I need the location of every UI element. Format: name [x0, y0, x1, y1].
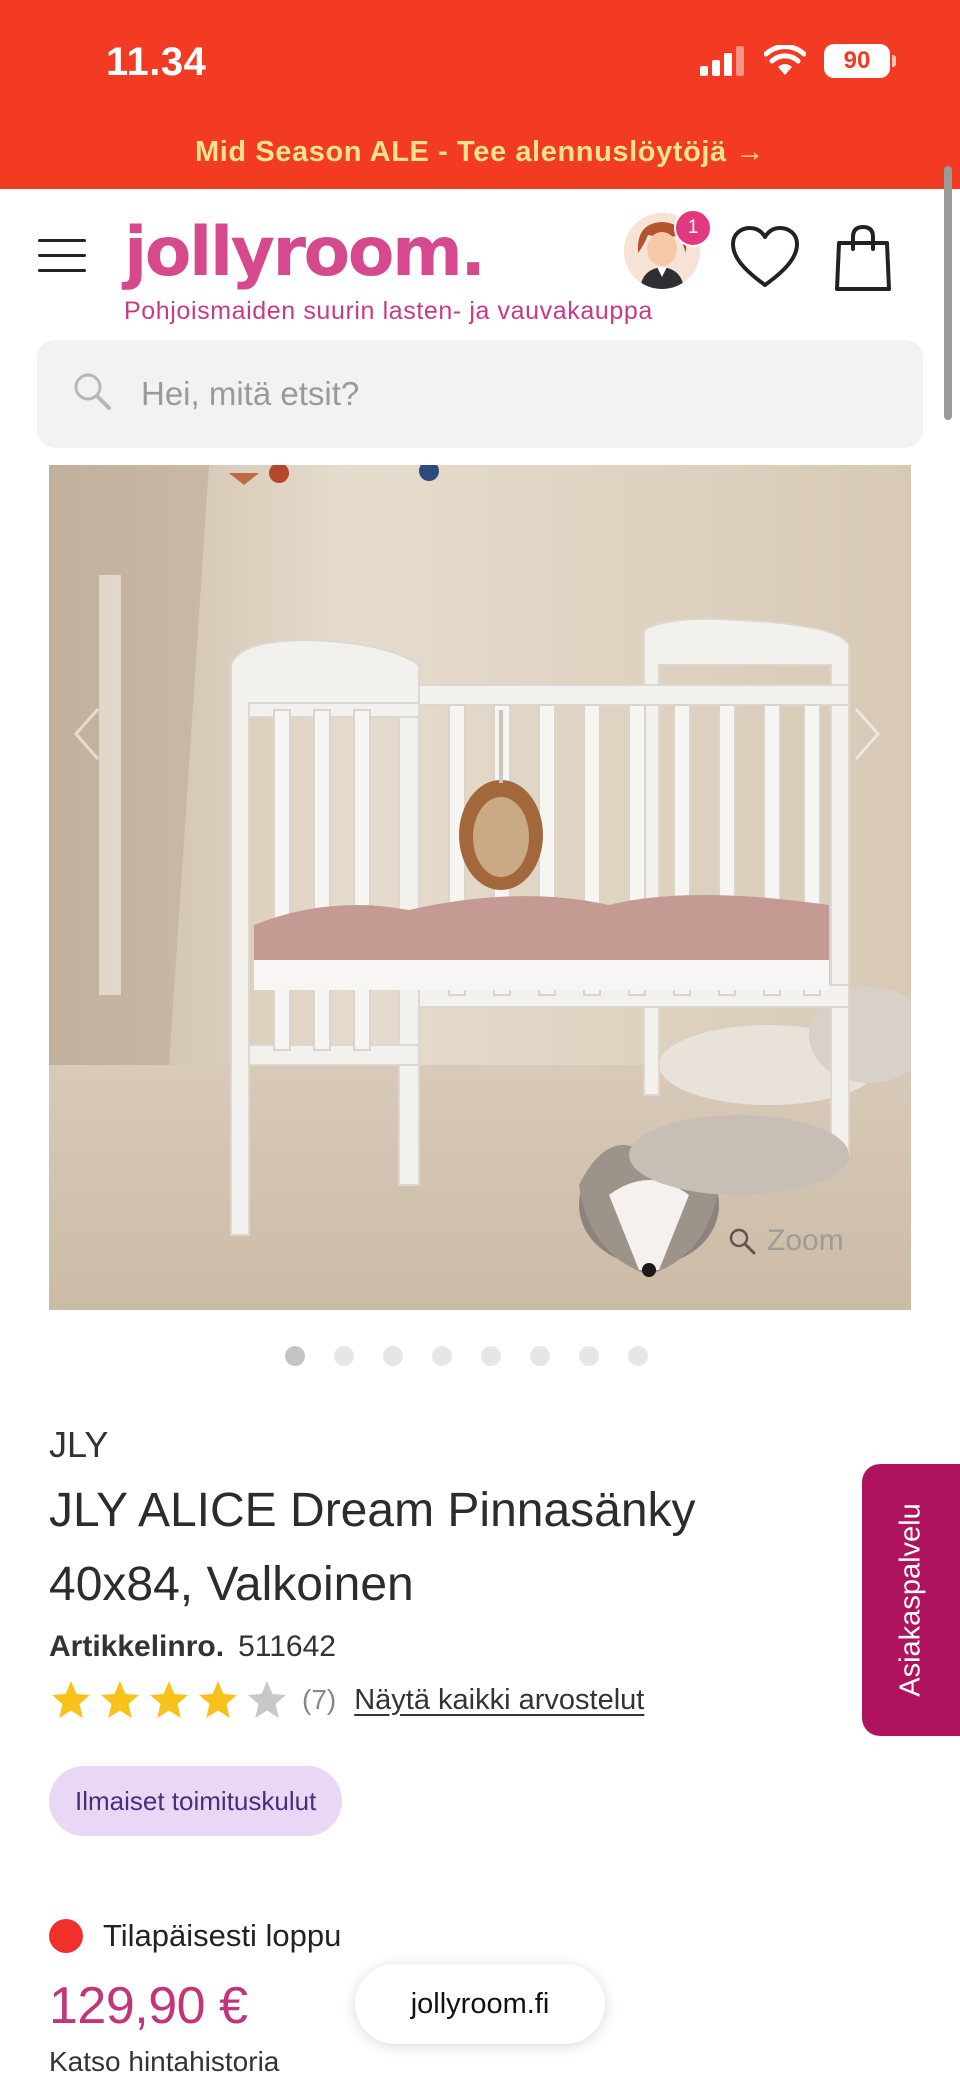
- signal-icon: [700, 46, 744, 76]
- browser-url-pill[interactable]: jollyroom.fi: [355, 1964, 605, 2044]
- star-filled-icon: [101, 1681, 139, 1718]
- search-icon: [74, 373, 111, 410]
- stock-status-text: Tilapäisesti loppu: [103, 1918, 342, 1953]
- customer-service-tab[interactable]: Asiakaspalvelu: [862, 1464, 960, 1736]
- gallery-next-arrow-icon[interactable]: [852, 705, 882, 763]
- gallery-dot[interactable]: [578, 1346, 599, 1366]
- star-empty-icon: [248, 1681, 286, 1718]
- product-price: 129,90 €: [49, 1977, 248, 2035]
- sku-value: 511642: [238, 1630, 336, 1663]
- stock-status-dot-icon: [49, 1919, 83, 1953]
- product-image[interactable]: [49, 465, 911, 1310]
- product-rating[interactable]: (7) Näytä kaikki arvostelut: [49, 1678, 644, 1722]
- shopping-bag-icon[interactable]: [834, 223, 892, 293]
- zoom-label: Zoom: [767, 1224, 844, 1257]
- gallery-dot[interactable]: [284, 1346, 305, 1366]
- menu-icon[interactable]: [38, 239, 86, 273]
- product-title: JLY ALICE Dream Pinnasänky 40x84, Valkoi…: [49, 1484, 696, 1611]
- gallery-dot[interactable]: [382, 1346, 403, 1366]
- gallery-dot[interactable]: [480, 1346, 501, 1366]
- site-header: jollyroom. Pohjoismaiden suurin lasten- …: [0, 189, 960, 339]
- status-icons: 90: [700, 44, 896, 78]
- battery-indicator: 90: [824, 44, 896, 78]
- search-bar[interactable]: [37, 340, 923, 448]
- star-filled-icon: [52, 1681, 90, 1718]
- promo-text[interactable]: Mid Season ALE - Tee alennuslöytöjä →: [0, 136, 960, 169]
- gallery-dot[interactable]: [627, 1346, 648, 1366]
- gallery-dot[interactable]: [431, 1346, 452, 1366]
- gallery-dot[interactable]: [529, 1346, 550, 1366]
- wishlist-heart-icon[interactable]: [730, 225, 800, 289]
- star-filled-icon: [199, 1681, 237, 1718]
- product-sku: Artikkelinro. 511642: [49, 1630, 336, 1664]
- rating-count: (7): [302, 1684, 337, 1715]
- site-tagline: Pohjoismaiden suurin lasten- ja vauvakau…: [124, 297, 653, 325]
- wifi-icon: [764, 45, 806, 75]
- site-logo[interactable]: jollyroom.: [124, 213, 486, 292]
- gallery-pagination: [0, 1346, 960, 1366]
- free-shipping-badge: Ilmaiset toimituskulut: [49, 1766, 343, 1836]
- zoom-control[interactable]: Zoom: [727, 1224, 844, 1258]
- zoom-magnifier-icon: [729, 1228, 756, 1255]
- avatar-notification-badge: 1: [674, 209, 712, 247]
- stock-status: Tilapäisesti loppu: [49, 1918, 341, 1954]
- show-all-reviews-link[interactable]: Näytä kaikki arvostelut: [354, 1684, 644, 1717]
- status-time: 11.34: [106, 40, 207, 84]
- promo-banner[interactable]: 11.34 90 Mid Season ALE - Tee alennuslöy…: [0, 0, 960, 189]
- price-history-link[interactable]: Katso hintahistoria: [49, 2046, 279, 2078]
- sku-label: Artikkelinro.: [49, 1630, 225, 1663]
- search-input[interactable]: [141, 340, 881, 448]
- star-filled-icon: [150, 1681, 188, 1718]
- customer-service-label: Asiakaspalvelu: [894, 1503, 927, 1697]
- product-brand[interactable]: JLY: [49, 1424, 108, 1466]
- page-scrollbar[interactable]: [944, 166, 952, 420]
- gallery-dot[interactable]: [333, 1346, 354, 1366]
- gallery-prev-arrow-icon[interactable]: [72, 705, 102, 763]
